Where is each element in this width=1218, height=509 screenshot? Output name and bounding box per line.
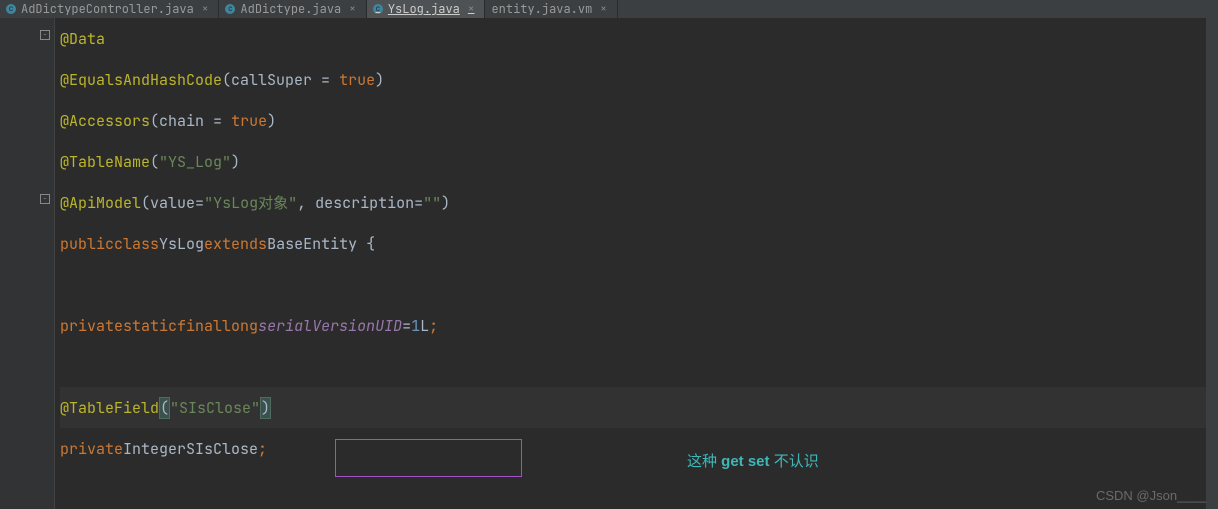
code-line-active: @TableField("SIsClose") (60, 387, 1218, 428)
java-class-icon: c (225, 4, 235, 14)
watermark: CSDN @Json____ (1096, 488, 1206, 503)
code-line: @Accessors(chain = true) (60, 100, 1218, 141)
annotation-text: 这种 get set 不认识 (687, 450, 819, 471)
close-icon[interactable]: × (349, 2, 356, 16)
code-line: @ApiModel(value="YsLog对象", description="… (60, 182, 1218, 223)
gutter: − − (0, 18, 55, 509)
code-editor[interactable]: − − @Data @EqualsAndHashCode(callSuper =… (0, 18, 1218, 509)
tab-label: YsLog.java (388, 1, 460, 17)
tab-addictypecontroller[interactable]: c AdDictypeController.java × (0, 0, 219, 18)
code-line: @TableName("YS_Log") (60, 141, 1218, 182)
code-line: @EqualsAndHashCode(callSuper = true) (60, 59, 1218, 100)
java-class-icon: c (6, 4, 16, 14)
tab-label: AdDictype.java (240, 1, 341, 17)
fold-icon[interactable]: − (40, 30, 50, 40)
tab-label: entity.java.vm (491, 1, 592, 17)
code-line (60, 346, 1218, 387)
editor-tabs: c AdDictypeController.java × c AdDictype… (0, 0, 1218, 18)
code-area[interactable]: @Data @EqualsAndHashCode(callSuper = tru… (55, 18, 1218, 509)
tab-label: AdDictypeController.java (21, 1, 194, 17)
fold-icon[interactable]: − (40, 194, 50, 204)
close-icon[interactable]: × (600, 2, 607, 16)
code-line (60, 264, 1218, 305)
tab-addictype[interactable]: c AdDictype.java × (219, 0, 366, 18)
code-line: public class YsLog extends BaseEntity { (60, 223, 1218, 264)
tab-entity-vm[interactable]: entity.java.vm × (485, 0, 617, 18)
vertical-scrollbar[interactable] (1206, 18, 1218, 509)
code-line: @Data (60, 18, 1218, 59)
code-line: private static final long serialVersionU… (60, 305, 1218, 346)
close-icon[interactable]: × (202, 2, 209, 16)
tab-yslog[interactable]: c YsLog.java × (367, 0, 486, 18)
code-line: private Integer SIsClose; (60, 428, 1218, 469)
java-class-icon: c (373, 4, 383, 14)
close-icon[interactable]: × (468, 2, 475, 16)
